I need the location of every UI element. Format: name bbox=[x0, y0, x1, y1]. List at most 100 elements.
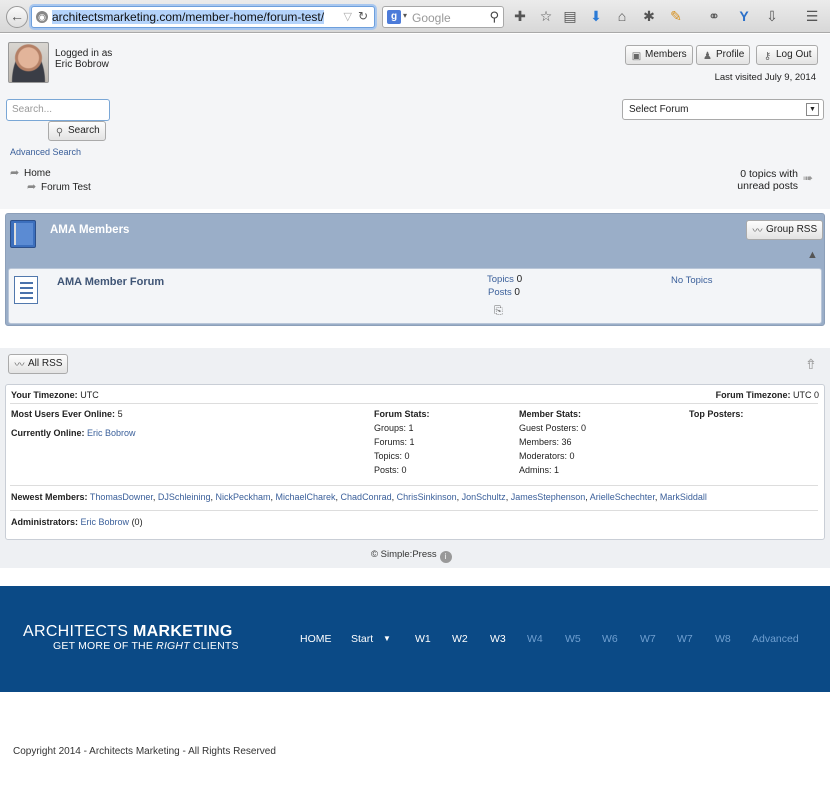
menu-icon[interactable]: ☰ bbox=[803, 7, 821, 25]
last-post-info: No Topics bbox=[671, 275, 713, 286]
forum-list-icon bbox=[14, 276, 38, 304]
info-icon[interactable]: i bbox=[439, 551, 452, 563]
subscribe-icon[interactable]: ⎘ bbox=[494, 305, 503, 318]
rss-icon: 〰 bbox=[752, 226, 763, 237]
member-stats-heading: Member Stats: bbox=[519, 409, 582, 419]
divider bbox=[10, 485, 818, 486]
unread-posts-icon[interactable]: ➠ bbox=[803, 171, 813, 185]
administrators: Administrators: Eric Bobrow (0) bbox=[11, 517, 143, 527]
nav-w3[interactable]: W3 bbox=[490, 633, 506, 645]
addon-icon[interactable]: ✎ bbox=[667, 7, 685, 25]
chevron-down-icon: ▼ bbox=[806, 103, 819, 116]
most-users-online: Most Users Ever Online: 5 bbox=[11, 409, 123, 419]
magnifier-icon[interactable]: ⚲ bbox=[489, 9, 499, 25]
back-button[interactable]: ← bbox=[6, 6, 28, 28]
nav-home[interactable]: HOME bbox=[300, 633, 332, 645]
members-count: Members: 36 bbox=[519, 437, 572, 447]
copyright: Copyright 2014 - Architects Marketing - … bbox=[13, 746, 276, 757]
nav-w1[interactable]: W1 bbox=[415, 633, 431, 645]
browser-toolbar: ← ◉ architectsmarketing.com/member-home/… bbox=[0, 0, 830, 33]
home-arrow-icon: ➦ bbox=[10, 167, 20, 179]
forum-search-input[interactable]: Search... bbox=[6, 99, 110, 121]
logout-button[interactable]: ⚷ Log Out bbox=[756, 45, 818, 65]
profile-icon: ♟ bbox=[703, 51, 712, 62]
member-link[interactable]: ThomasDowner bbox=[90, 492, 153, 502]
topics-count: Topics: 0 bbox=[374, 451, 410, 461]
url-bar[interactable]: ◉ architectsmarketing.com/member-home/fo… bbox=[31, 6, 375, 28]
member-link[interactable]: MarkSiddall bbox=[660, 492, 707, 502]
nav-w5[interactable]: W5 bbox=[565, 633, 581, 645]
member-link[interactable]: DJSchleining bbox=[158, 492, 211, 502]
collapse-triangle-icon[interactable]: ▲ bbox=[807, 249, 818, 261]
chevron-down-icon[interactable]: ▼ bbox=[383, 634, 391, 643]
bookmarks-list-icon[interactable]: ▤ bbox=[561, 7, 579, 25]
reload-icon[interactable]: ↻ bbox=[358, 9, 368, 23]
your-timezone: Your Timezone: UTC bbox=[11, 390, 99, 400]
currently-online: Currently Online: Eric Bobrow bbox=[11, 428, 136, 438]
key-icon: ⚷ bbox=[763, 51, 772, 62]
advanced-search-link[interactable]: Advanced Search bbox=[10, 147, 81, 157]
nav-w4[interactable]: W4 bbox=[527, 633, 543, 645]
browser-search-bar[interactable]: g ▾ Google ⚲ bbox=[382, 6, 504, 28]
member-link[interactable]: NickPeckham bbox=[215, 492, 270, 502]
home-icon[interactable]: ⌂ bbox=[613, 7, 631, 25]
divider bbox=[10, 510, 818, 511]
extension-icon[interactable]: ✱ bbox=[640, 7, 658, 25]
member-link[interactable]: ChadConrad bbox=[341, 492, 392, 502]
member-link[interactable]: JonSchultz bbox=[462, 492, 506, 502]
url-text: architectsmarketing.com/member-home/foru… bbox=[52, 10, 325, 24]
member-link[interactable]: JamesStephenson bbox=[511, 492, 586, 502]
dropdown-arrow-icon[interactable]: ▽ bbox=[344, 10, 352, 23]
login-status: Logged in as Eric Bobrow bbox=[55, 48, 112, 70]
forums-count: Forums: 1 bbox=[374, 437, 415, 447]
forum-name-link[interactable]: AMA Member Forum bbox=[57, 276, 164, 288]
member-link[interactable]: ChrisSinkinson bbox=[397, 492, 457, 502]
last-visited: Last visited July 9, 2014 bbox=[714, 72, 816, 83]
nav-w7-second[interactable]: W7 bbox=[677, 633, 693, 645]
puzzle-icon[interactable]: ✚ bbox=[511, 7, 529, 25]
member-link[interactable]: MichaelCharek bbox=[276, 492, 336, 502]
nav-advanced[interactable]: Advanced bbox=[752, 633, 799, 645]
all-rss-button[interactable]: 〰 All RSS bbox=[8, 354, 69, 374]
powered-by: © Simple:Press i bbox=[371, 549, 452, 563]
nav-w7[interactable]: W7 bbox=[640, 633, 656, 645]
site-logo[interactable]: ARCHITECTS MARKETING bbox=[23, 623, 233, 641]
posts-count: Posts: 0 bbox=[374, 465, 407, 475]
group-rss-button[interactable]: 〰 Group RSS bbox=[746, 220, 824, 240]
posts-stat: Posts 0 bbox=[488, 287, 520, 298]
member-link[interactable]: ArielleSchechter bbox=[590, 492, 655, 502]
forum-arrow-icon: ➦ bbox=[27, 181, 37, 193]
avatar[interactable] bbox=[8, 42, 49, 83]
user-name: Eric Bobrow bbox=[55, 59, 109, 70]
search-icon: ⚲ bbox=[55, 127, 64, 138]
breadcrumb-forum-test[interactable]: ➦ Forum Test bbox=[27, 181, 91, 194]
forum-stats-heading: Forum Stats: bbox=[374, 409, 430, 419]
breadcrumb-home[interactable]: ➦ Home bbox=[10, 167, 51, 180]
select-forum-dropdown[interactable]: Select Forum ▼ bbox=[622, 99, 824, 120]
members-icon: ▣ bbox=[631, 51, 642, 62]
y-addon-icon[interactable]: Y bbox=[735, 7, 753, 25]
online-user-link[interactable]: Eric Bobrow bbox=[87, 428, 136, 438]
groups-count: Groups: 1 bbox=[374, 423, 414, 433]
admin-link[interactable]: Eric Bobrow bbox=[81, 517, 130, 527]
members-button[interactable]: ▣ Members bbox=[625, 45, 693, 65]
nav-w8[interactable]: W8 bbox=[715, 633, 731, 645]
engine-dropdown-icon[interactable]: ▾ bbox=[403, 11, 407, 20]
search-button[interactable]: ⚲ Search bbox=[48, 121, 106, 141]
group-book-icon bbox=[10, 220, 36, 248]
nav-w6[interactable]: W6 bbox=[602, 633, 618, 645]
download-icon[interactable]: ⬇ bbox=[587, 7, 605, 25]
save-icon[interactable]: ⇩ bbox=[763, 7, 781, 25]
share-icon[interactable]: ⚭ bbox=[705, 7, 723, 25]
globe-icon: ◉ bbox=[36, 11, 48, 23]
logged-in-label: Logged in as bbox=[55, 48, 113, 59]
google-icon[interactable]: g bbox=[387, 10, 401, 24]
nav-start[interactable]: Start bbox=[351, 633, 373, 645]
guest-posters-count: Guest Posters: 0 bbox=[519, 423, 587, 433]
profile-button[interactable]: ♟ Profile bbox=[696, 45, 751, 65]
bookmark-star-icon[interactable]: ☆ bbox=[537, 7, 555, 25]
admins-count: Admins: 1 bbox=[519, 465, 560, 475]
back-to-top-icon[interactable]: ⇮ bbox=[805, 356, 817, 373]
nav-w2[interactable]: W2 bbox=[452, 633, 468, 645]
group-title[interactable]: AMA Members bbox=[50, 224, 129, 236]
